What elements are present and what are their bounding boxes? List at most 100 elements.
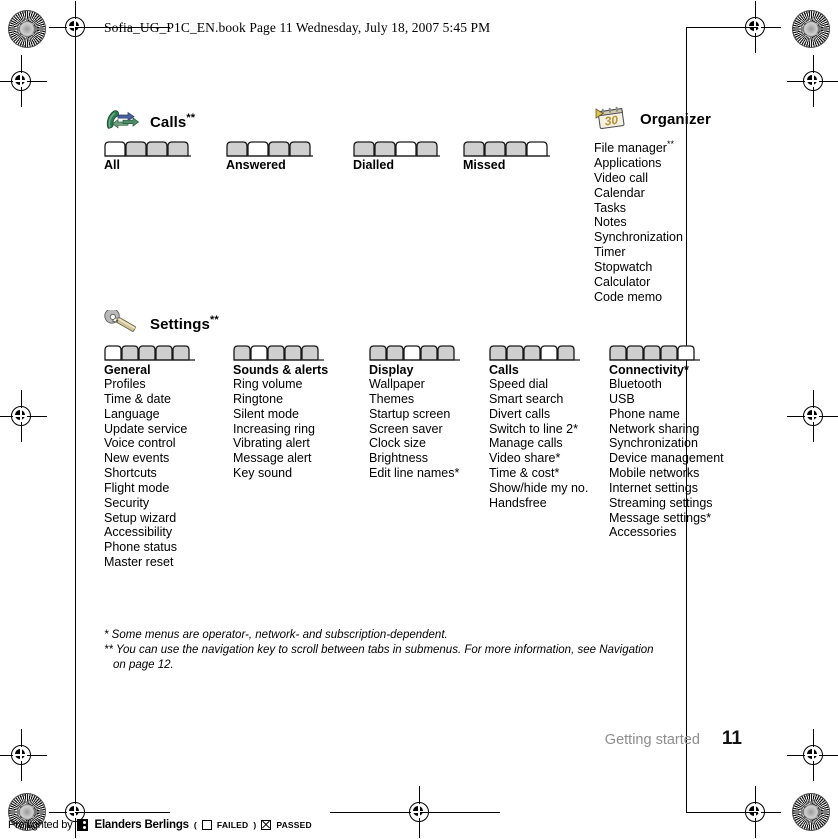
list-item[interactable]: Brightness — [369, 451, 489, 466]
preflight-failed-label: FAILED — [216, 820, 249, 830]
settings-icon — [104, 310, 136, 332]
settings-general-list: Profiles Time & date Language Update ser… — [104, 377, 233, 570]
list-item[interactable]: File manager** — [594, 137, 711, 156]
list-item[interactable]: Show/hide my no. — [489, 481, 609, 496]
calls-tab-answered[interactable]: Answered — [226, 141, 353, 172]
list-item[interactable]: Edit line names* — [369, 466, 489, 481]
list-item[interactable]: Stopwatch — [594, 260, 711, 275]
checkbox-passed-icon — [261, 820, 272, 830]
list-item[interactable]: Voice control — [104, 436, 233, 451]
preflight-close-paren: ) — [253, 820, 257, 830]
list-item[interactable]: Synchronization — [594, 230, 711, 245]
list-item[interactable]: Bluetooth — [609, 377, 749, 392]
svg-text:30: 30 — [604, 113, 619, 129]
list-item[interactable]: Handsfree — [489, 496, 609, 511]
list-item[interactable]: Message alert — [233, 451, 369, 466]
list-item[interactable]: Silent mode — [233, 407, 369, 422]
settings-column-sounds-head: Sounds & alerts — [233, 363, 329, 377]
list-item[interactable]: Accessibility — [104, 525, 233, 540]
list-item[interactable]: Accessories — [609, 525, 749, 540]
organizer-group-header: 30 Organizer — [594, 105, 711, 131]
footnote-double-asterisk-cont: on page 12. — [113, 659, 174, 671]
list-item[interactable]: Ringtone — [233, 392, 369, 407]
organizer-menu-list: File manager** Applications Video call C… — [594, 137, 711, 304]
checkbox-failed-icon — [201, 820, 212, 830]
list-item[interactable]: Screen saver — [369, 422, 489, 437]
list-item[interactable]: Time & date — [104, 392, 233, 407]
tab-strip-icon — [104, 141, 191, 157]
settings-connectivity-list: Bluetooth USB Phone name Network sharing… — [609, 377, 749, 540]
list-item[interactable]: Message settings* — [609, 511, 749, 526]
list-item[interactable]: Phone name — [609, 407, 749, 422]
list-item[interactable]: Time & cost* — [489, 466, 609, 481]
page-footer: Getting started 11 — [605, 728, 742, 750]
list-item[interactable]: USB — [609, 392, 749, 407]
footer-section-label: Getting started — [604, 732, 700, 748]
list-item[interactable]: Shortcuts — [104, 466, 233, 481]
list-item[interactable]: Flight mode — [104, 481, 233, 496]
list-item[interactable]: Ring volume — [233, 377, 369, 392]
settings-column-sounds-alerts: Sounds & alerts Ring volume Ringtone Sil… — [233, 345, 369, 570]
calls-tab-missed[interactable]: Missed — [463, 141, 573, 172]
tab-strip-icon — [609, 345, 700, 361]
list-item[interactable]: Internet settings — [609, 481, 749, 496]
list-item[interactable]: Language — [104, 407, 233, 422]
list-item[interactable]: Notes — [594, 215, 711, 230]
list-item[interactable]: Calendar — [594, 186, 711, 201]
list-item[interactable]: Vibrating alert — [233, 436, 369, 451]
preflight-prefix: Preflighted by — [8, 819, 73, 831]
list-item[interactable]: Video call — [594, 171, 711, 186]
settings-display-list: Wallpaper Themes Startup screen Screen s… — [369, 377, 489, 481]
list-item[interactable]: Smart search — [489, 392, 609, 407]
list-item[interactable]: Manage calls — [489, 436, 609, 451]
list-item[interactable]: Phone status — [104, 540, 233, 555]
list-item[interactable]: Speed dial — [489, 377, 609, 392]
calls-tab-all[interactable]: All — [104, 141, 226, 172]
calls-tab-dialled-label: Dialled — [353, 158, 394, 172]
tab-strip-icon — [353, 141, 440, 157]
list-item[interactable]: Wallpaper — [369, 377, 489, 392]
list-item[interactable]: Security — [104, 496, 233, 511]
list-item[interactable]: Master reset — [104, 555, 233, 570]
tab-strip-icon — [233, 345, 324, 361]
list-item[interactable]: Tasks — [594, 201, 711, 216]
list-item[interactable]: Key sound — [233, 466, 369, 481]
calls-tab-all-label: All — [104, 158, 120, 172]
list-item[interactable]: Clock size — [369, 436, 489, 451]
preflight-passed-label: PASSED — [276, 820, 312, 830]
settings-column-general: General Profiles Time & date Language Up… — [104, 345, 233, 570]
list-item[interactable]: Profiles — [104, 377, 233, 392]
organizer-group-title: Organizer — [640, 110, 711, 128]
list-item[interactable]: Video share* — [489, 451, 609, 466]
calls-tab-row: All Answered Dialled Missed — [104, 141, 573, 172]
settings-column-general-head: General — [104, 363, 151, 377]
preflight-open-paren: ( — [193, 820, 197, 830]
list-item[interactable]: Mobile networks — [609, 466, 749, 481]
list-item[interactable]: Streaming settings — [609, 496, 749, 511]
list-item[interactable]: New events — [104, 451, 233, 466]
page-content: Calls** All Answered Dialled Missed 30 O… — [0, 0, 838, 839]
list-item[interactable]: Timer — [594, 245, 711, 260]
list-item[interactable]: Startup screen — [369, 407, 489, 422]
settings-column-calls-head: Calls — [489, 363, 519, 377]
list-item[interactable]: Synchronization — [609, 436, 749, 451]
calls-group-header: Calls** — [104, 108, 573, 134]
list-item[interactable]: Applications — [594, 156, 711, 171]
settings-sounds-list: Ring volume Ringtone Silent mode Increas… — [233, 377, 369, 481]
list-item[interactable]: Network sharing — [609, 422, 749, 437]
list-item[interactable]: Divert calls — [489, 407, 609, 422]
calls-tab-dialled[interactable]: Dialled — [353, 141, 463, 172]
tab-strip-icon — [369, 345, 460, 361]
list-item[interactable]: Switch to line 2* — [489, 422, 609, 437]
list-item[interactable]: Calculator — [594, 275, 711, 290]
list-item[interactable]: Increasing ring — [233, 422, 369, 437]
settings-column-connectivity-head: Connectivity* — [609, 363, 689, 377]
list-item[interactable]: Setup wizard — [104, 511, 233, 526]
list-item[interactable]: Themes — [369, 392, 489, 407]
footnote-single-asterisk: * Some menus are operator-, network- and… — [104, 629, 448, 641]
preflight-strip: Preflighted by Elanders Berlings ( FAILE… — [8, 819, 312, 831]
list-item[interactable]: Code memo — [594, 290, 711, 305]
menu-group-calls: Calls** All Answered Dialled Missed — [104, 108, 573, 172]
list-item[interactable]: Device management — [609, 451, 749, 466]
list-item[interactable]: Update service — [104, 422, 233, 437]
